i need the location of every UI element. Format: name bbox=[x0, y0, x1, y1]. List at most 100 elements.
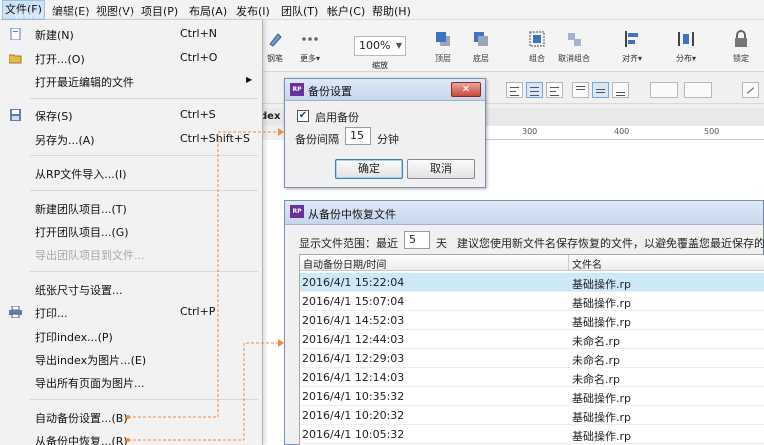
menu-publish[interactable]: 发布(I) bbox=[236, 3, 270, 19]
table-row[interactable]: 2016/4/1 14:52:03 基础操作.rp bbox=[300, 311, 764, 330]
menu-item-auto-backup-settings[interactable]: 自动备份设置...(B) bbox=[0, 406, 262, 428]
more-icon bbox=[302, 37, 318, 41]
backup-list-table: 自动备份日期/时间 文件名 2016/4/1 15:22:04 基础操作.rp 2… bbox=[299, 254, 764, 445]
distribute-label: 分布▾ bbox=[676, 54, 697, 63]
menu-layout[interactable]: 布局(A) bbox=[189, 3, 227, 19]
menu-item-new-team-project[interactable]: 新建团队项目...(T) bbox=[0, 197, 262, 219]
valign-middle-button[interactable] bbox=[592, 82, 609, 98]
backup-interval-label: 备份间隔 bbox=[295, 133, 339, 146]
open-folder-icon bbox=[9, 54, 22, 64]
range-unit: 天 bbox=[436, 237, 447, 250]
lock-label: 锁定 bbox=[733, 54, 749, 63]
table-row[interactable]: 2016/4/1 12:14:03 未命名.rp bbox=[300, 368, 764, 387]
backup-interval-input[interactable]: 15 bbox=[345, 127, 371, 145]
cancel-button[interactable]: 取消 bbox=[407, 159, 475, 179]
send-to-bottom-button[interactable]: 底层 bbox=[472, 30, 490, 64]
menu-team[interactable]: 团队(T) bbox=[281, 3, 318, 19]
lock-icon bbox=[735, 30, 747, 47]
menu-account[interactable]: 帐户(C) bbox=[327, 3, 365, 19]
dialog-titlebar: RP 备份设置 ✕ bbox=[285, 79, 485, 101]
menu-item-recent[interactable]: 打开最近编辑的文件 ▶ bbox=[0, 70, 262, 92]
menu-item-print[interactable]: 打印... Ctrl+P bbox=[0, 301, 262, 323]
chevron-right-icon: ▶ bbox=[246, 75, 253, 84]
menu-separator bbox=[30, 399, 258, 400]
menu-item-export-team-project: 导出团队项目到文件... bbox=[35, 249, 145, 262]
menu-separator bbox=[30, 155, 258, 156]
align-right-button[interactable] bbox=[546, 82, 563, 98]
zoom-label: 缩放 bbox=[372, 61, 388, 70]
menu-item-export-index-image[interactable]: 导出index为图片...(E) bbox=[0, 348, 262, 370]
menu-item-save[interactable]: 保存(S) Ctrl+S bbox=[0, 104, 262, 126]
table-row[interactable]: 2016/4/1 12:44:03 未命名.rp bbox=[300, 330, 764, 349]
dialog-title: 备份设置 bbox=[308, 85, 352, 98]
align-button[interactable]: 对齐▾ bbox=[622, 30, 642, 64]
menu-item-open-team-project[interactable]: 打开团队项目...(G) bbox=[0, 220, 262, 242]
menu-separator bbox=[30, 190, 258, 191]
dialog-title: 从备份中恢复文件 bbox=[308, 208, 396, 221]
ok-button[interactable]: 确定 bbox=[335, 159, 403, 179]
dialog-titlebar: RP 从备份中恢复文件 bbox=[285, 201, 763, 225]
line-color-button[interactable] bbox=[742, 82, 759, 98]
bring-to-top-button[interactable]: 顶层 bbox=[434, 30, 452, 64]
zoom-select[interactable]: 100% ▼ bbox=[354, 36, 406, 56]
chevron-down-icon: ▼ bbox=[395, 41, 402, 50]
menu-item-export-all-images[interactable]: 导出所有页面为图片... bbox=[0, 371, 262, 393]
menu-item-print-index[interactable]: 打印index...(P) bbox=[0, 325, 262, 347]
table-row[interactable]: 2016/4/1 10:05:32 基础操作.rp bbox=[300, 425, 764, 444]
table-row[interactable]: 2016/4/1 15:07:04 基础操作.rp bbox=[300, 292, 764, 311]
table-row[interactable]: 2016/4/1 12:29:03 未命名.rp bbox=[300, 349, 764, 368]
menu-item-new[interactable]: 新建(N) Ctrl+N bbox=[0, 23, 262, 45]
table-row[interactable]: 2016/4/1 10:35:32 基础操作.rp bbox=[300, 387, 764, 406]
send-to-bottom-label: 底层 bbox=[473, 54, 489, 63]
menu-item-open[interactable]: 打开...(O) Ctrl+O bbox=[0, 47, 262, 69]
menu-item-page-setup[interactable]: 纸张尺寸与设置... bbox=[0, 278, 262, 300]
fill-color-picker[interactable] bbox=[650, 82, 678, 98]
more-tools-button[interactable]: 更多▾ bbox=[300, 30, 320, 64]
distribute-button[interactable]: 分布▾ bbox=[676, 30, 696, 64]
ruler-tick: 500 bbox=[704, 127, 720, 136]
menu-item-restore-backup[interactable]: 从备份中恢复...(R) bbox=[0, 429, 262, 445]
group-label: 组合 bbox=[529, 54, 545, 63]
valign-top-button[interactable] bbox=[572, 82, 589, 98]
menu-help[interactable]: 帮助(H) bbox=[372, 3, 411, 19]
ungroup-button[interactable]: 取消组合 bbox=[558, 30, 590, 64]
tab-index[interactable]: dex bbox=[260, 111, 280, 122]
table-header: 自动备份日期/时间 文件名 bbox=[300, 255, 764, 271]
pen-icon bbox=[269, 33, 282, 47]
table-row[interactable]: 2016/4/1 10:20:32 基础操作.rp bbox=[300, 406, 764, 425]
align-left-button[interactable] bbox=[506, 82, 523, 98]
new-file-icon bbox=[10, 28, 21, 40]
menu-project[interactable]: 项目(P) bbox=[141, 3, 178, 19]
backup-settings-dialog: RP 备份设置 ✕ ✔ 启用备份 备份间隔 15 分钟 确定 取消 bbox=[284, 78, 486, 188]
save-icon bbox=[10, 109, 21, 121]
group-button[interactable]: 组合 bbox=[528, 30, 546, 64]
axure-rp-icon: RP bbox=[290, 205, 304, 218]
pen-tool-label: 钢笔 bbox=[267, 54, 283, 63]
printer-icon bbox=[9, 306, 22, 318]
horizontal-ruler: 300 400 500 bbox=[480, 126, 764, 140]
column-header-time[interactable]: 自动备份日期/时间 bbox=[303, 256, 386, 271]
overwrite-hint: 建议您使用新文件名保存恢复的文件，以避免覆盖您最近保存的文 bbox=[457, 237, 764, 250]
valign-bottom-button[interactable] bbox=[612, 82, 629, 98]
group-icon bbox=[529, 31, 545, 47]
menu-item-save-as[interactable]: 另存为...(A) Ctrl+Shift+S bbox=[0, 128, 262, 150]
column-header-filename[interactable]: 文件名 bbox=[572, 256, 602, 271]
enable-backup-checkbox[interactable]: ✔ bbox=[297, 110, 309, 122]
range-days-input[interactable]: 5 bbox=[404, 231, 430, 249]
align-label: 对齐▾ bbox=[622, 54, 643, 63]
align-center-button[interactable] bbox=[526, 82, 543, 98]
lock-button[interactable]: 锁定 bbox=[732, 30, 750, 64]
shadow-picker[interactable] bbox=[684, 82, 712, 98]
restore-backup-dialog: RP 从备份中恢复文件 显示文件范围：最近 5 天 建议您使用新文件名保存恢复的… bbox=[284, 200, 764, 445]
backup-interval-unit: 分钟 bbox=[377, 133, 399, 146]
zoom-value: 100% bbox=[359, 39, 391, 52]
pen-tool-button[interactable]: 钢笔 bbox=[266, 30, 284, 64]
close-button[interactable]: ✕ bbox=[451, 82, 481, 97]
table-row[interactable]: 2016/4/1 15:22:04 基础操作.rp bbox=[300, 273, 764, 292]
menu-item-import-rp[interactable]: 从RP文件导入...(I) bbox=[0, 162, 262, 184]
axure-rp-icon: RP bbox=[290, 83, 304, 96]
range-label: 显示文件范围：最近 bbox=[299, 237, 398, 250]
distribute-icon bbox=[678, 32, 694, 46]
file-menu-dropdown: 新建(N) Ctrl+N 打开...(O) Ctrl+O 打开最近编辑的文件 ▶… bbox=[0, 20, 263, 445]
send-to-back-icon bbox=[474, 32, 488, 46]
